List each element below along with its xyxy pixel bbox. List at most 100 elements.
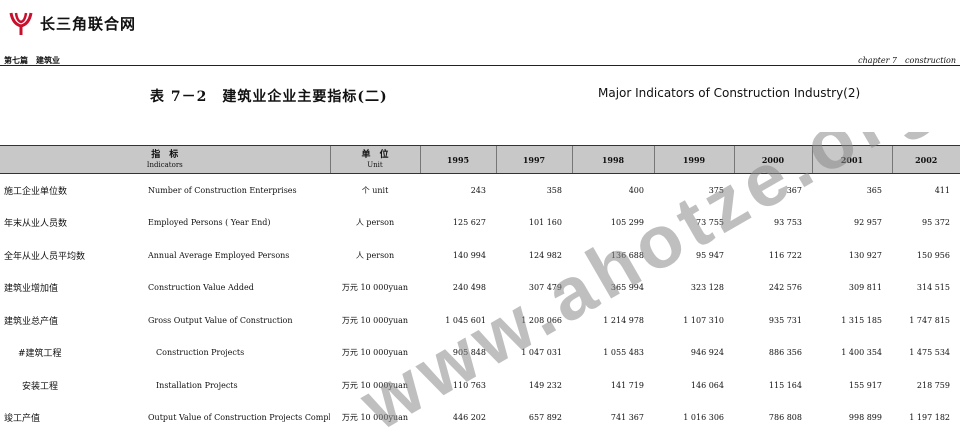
row-label-zh: #建筑工程	[0, 337, 140, 370]
cell-value: 786 808	[734, 402, 812, 434]
cell-value: 365 994	[572, 272, 654, 305]
indicators-table: 指 标 Indicators 单 位 Unit 1995 1997 1998 1…	[0, 145, 960, 434]
cell-value: 1 055 483	[572, 337, 654, 370]
cell-value: 1 747 815	[892, 304, 960, 337]
cell-value: 1 197 182	[892, 402, 960, 434]
row-label-en: Construction Value Added	[140, 272, 330, 305]
cell-value: 365	[812, 174, 892, 207]
cell-value: 110 763	[420, 369, 496, 402]
table-row: #建筑工程 Construction Projects 万元 10 000yua…	[0, 337, 960, 370]
row-unit: 人 person	[330, 239, 420, 272]
table-row: 建筑业增加值 Construction Value Added 万元 10 00…	[0, 272, 960, 305]
cell-value: 446 202	[420, 402, 496, 434]
row-unit: 万元 10 000yuan	[330, 304, 420, 337]
cell-value: 130 927	[812, 239, 892, 272]
year-header: 2001	[812, 146, 892, 174]
row-label-zh: 建筑业增加值	[0, 272, 140, 305]
row-unit: 人 person	[330, 207, 420, 240]
cell-value: 105 299	[572, 207, 654, 240]
cell-value: 1 208 066	[496, 304, 572, 337]
row-unit: 万元 10 000yuan	[330, 272, 420, 305]
cell-value: 946 924	[654, 337, 734, 370]
cell-value: 935 731	[734, 304, 812, 337]
cell-value: 124 982	[496, 239, 572, 272]
table-row: 年末从业人员数 Employed Persons ( Year End) 人 p…	[0, 207, 960, 240]
site-logo: 长三角联合网	[8, 10, 136, 36]
cell-value: 314 515	[892, 272, 960, 305]
table-row: 安装工程 Installation Projects 万元 10 000yuan…	[0, 369, 960, 402]
cell-value: 150 956	[892, 239, 960, 272]
cell-value: 400	[572, 174, 654, 207]
row-label-en: Employed Persons ( Year End)	[140, 207, 330, 240]
table-row: 竣工产值 Output Value of Construction Projec…	[0, 402, 960, 434]
row-label-zh: 全年从业人员平均数	[0, 239, 140, 272]
year-header: 1997	[496, 146, 572, 174]
year-header: 1995	[420, 146, 496, 174]
year-header: 1998	[572, 146, 654, 174]
cell-value: 411	[892, 174, 960, 207]
row-label-en: Output Value of Construction Projects Co…	[140, 402, 330, 434]
cell-value: 1 214 978	[572, 304, 654, 337]
table-header-row: 指 标 Indicators 单 位 Unit 1995 1997 1998 1…	[0, 146, 960, 174]
cell-value: 358	[496, 174, 572, 207]
cell-value: 998 899	[812, 402, 892, 434]
row-label-zh: 竣工产值	[0, 402, 140, 434]
cell-value: 309 811	[812, 272, 892, 305]
table-title-english: Major Indicators of Construction Industr…	[598, 86, 860, 100]
cell-value: 307 479	[496, 272, 572, 305]
row-unit: 万元 10 000yuan	[330, 369, 420, 402]
cell-value: 115 164	[734, 369, 812, 402]
cell-value: 140 994	[420, 239, 496, 272]
row-label-zh: 建筑业总产值	[0, 304, 140, 337]
cell-value: 95 947	[654, 239, 734, 272]
cell-value: 136 688	[572, 239, 654, 272]
cell-value: 1 475 534	[892, 337, 960, 370]
header-divider	[0, 65, 960, 66]
row-unit: 万元 10 000yuan	[330, 402, 420, 434]
unit-header: 单 位 Unit	[330, 146, 420, 174]
cell-value: 116 722	[734, 239, 812, 272]
table-row: 施工企业单位数 Number of Construction Enterpris…	[0, 174, 960, 207]
indicator-header-en: Indicators	[0, 161, 330, 170]
table-row: 全年从业人员平均数 Annual Average Employed Person…	[0, 239, 960, 272]
cell-value: 149 232	[496, 369, 572, 402]
year-header: 1999	[654, 146, 734, 174]
cell-value: 218 759	[892, 369, 960, 402]
year-header: 2000	[734, 146, 812, 174]
logo-text: 长三角联合网	[40, 13, 136, 34]
cell-value: 240 498	[420, 272, 496, 305]
cell-value: 243	[420, 174, 496, 207]
cell-value: 741 367	[572, 402, 654, 434]
cell-value: 125 627	[420, 207, 496, 240]
cell-value: 155 917	[812, 369, 892, 402]
row-label-en: Number of Construction Enterprises	[140, 174, 330, 207]
cell-value: 1 107 310	[654, 304, 734, 337]
cell-value: 146 064	[654, 369, 734, 402]
table-title-chinese: 表 7－2 建筑业企业主要指标(二)	[150, 86, 388, 106]
row-unit: 个 unit	[330, 174, 420, 207]
cell-value: 367	[734, 174, 812, 207]
unit-header-en: Unit	[331, 161, 420, 170]
cell-value: 905 848	[420, 337, 496, 370]
cell-value: 375	[654, 174, 734, 207]
unit-header-zh: 单 位	[331, 150, 420, 161]
row-label-en: Annual Average Employed Persons	[140, 239, 330, 272]
row-label-en: Construction Projects	[140, 337, 330, 370]
cell-value: 886 356	[734, 337, 812, 370]
cell-value: 657 892	[496, 402, 572, 434]
cell-value: 101 160	[496, 207, 572, 240]
cell-value: 93 753	[734, 207, 812, 240]
table-row: 建筑业总产值 Gross Output Value of Constructio…	[0, 304, 960, 337]
cell-value: 323 128	[654, 272, 734, 305]
row-label-en: Installation Projects	[140, 369, 330, 402]
cell-value: 1 400 354	[812, 337, 892, 370]
cell-value: 1 315 185	[812, 304, 892, 337]
cell-value: 141 719	[572, 369, 654, 402]
cell-value: 242 576	[734, 272, 812, 305]
year-header: 2002	[892, 146, 960, 174]
cell-value: 73 755	[654, 207, 734, 240]
cell-value: 1 016 306	[654, 402, 734, 434]
cell-value: 95 372	[892, 207, 960, 240]
row-unit: 万元 10 000yuan	[330, 337, 420, 370]
indicator-header: 指 标 Indicators	[0, 146, 330, 174]
